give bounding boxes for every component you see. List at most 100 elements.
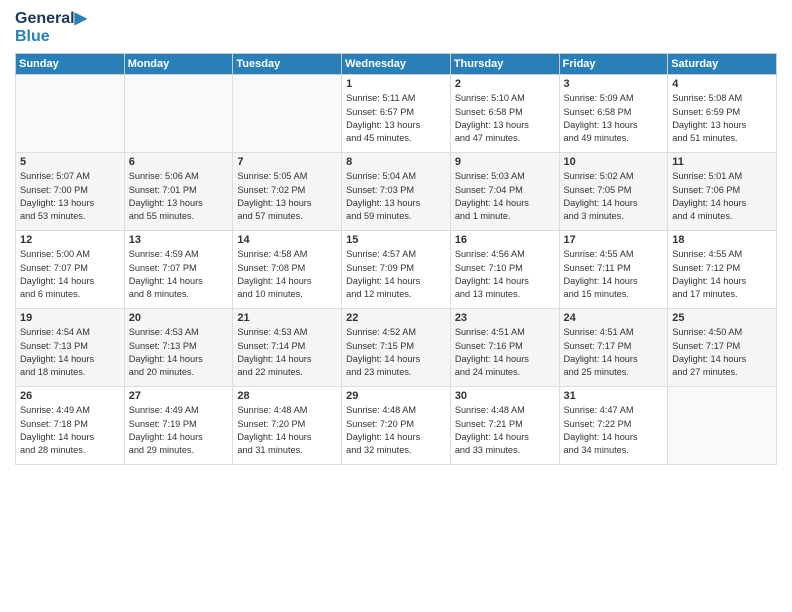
info-line: Daylight: 14 hours <box>237 354 311 364</box>
info-line: and 13 minutes. <box>455 289 520 299</box>
page-container: General▶ Blue SundayMondayTuesdayWednesd… <box>0 0 792 470</box>
day-number: 4 <box>672 78 772 90</box>
day-number: 17 <box>564 234 664 246</box>
day-info: Sunrise: 5:04 AMSunset: 7:03 PMDaylight:… <box>346 170 446 223</box>
calendar-cell: 2 Sunrise: 5:10 AMSunset: 6:58 PMDaylight… <box>450 75 559 153</box>
day-info: Sunrise: 4:48 AMSunset: 7:20 PMDaylight:… <box>346 404 446 457</box>
info-line: Daylight: 14 hours <box>129 354 203 364</box>
calendar-cell: 15Sunrise: 4:57 AMSunset: 7:09 PMDayligh… <box>342 231 451 309</box>
day-info: Sunrise: 4:59 AMSunset: 7:07 PMDaylight:… <box>129 248 229 301</box>
info-line: Sunset: 7:02 PM <box>237 185 305 195</box>
day-info: Sunrise: 4:48 AMSunset: 7:21 PMDaylight:… <box>455 404 555 457</box>
info-line: Sunset: 7:21 PM <box>455 419 523 429</box>
info-line: Sunrise: 5:00 AM <box>20 249 90 259</box>
calendar-week-4: 19Sunrise: 4:54 AMSunset: 7:13 PMDayligh… <box>16 309 777 387</box>
day-number: 13 <box>129 234 229 246</box>
info-line: and 57 minutes. <box>237 211 302 221</box>
info-line: Daylight: 14 hours <box>672 276 746 286</box>
info-line: and 51 minutes. <box>672 133 737 143</box>
calendar-cell: 13 Sunrise: 4:59 AMSunset: 7:07 PMDayligh… <box>124 231 233 309</box>
info-line: and 24 minutes. <box>455 367 520 377</box>
logo-text: General▶ Blue <box>15 10 87 45</box>
info-line: Daylight: 14 hours <box>20 432 94 442</box>
info-line: Daylight: 14 hours <box>237 432 311 442</box>
weekday-header-row: SundayMondayTuesdayWednesdayThursdayFrid… <box>16 54 777 75</box>
day-number: 16 <box>455 234 555 246</box>
calendar-cell: 30 Sunrise: 4:48 AMSunset: 7:21 PMDayligh… <box>450 387 559 465</box>
day-number: 31 <box>564 390 664 402</box>
info-line: Daylight: 14 hours <box>129 276 203 286</box>
day-info: Sunrise: 5:08 AMSunset: 6:59 PMDaylight:… <box>672 92 772 145</box>
weekday-header-wednesday: Wednesday <box>342 54 451 75</box>
info-line: and 28 minutes. <box>20 445 85 455</box>
calendar-cell: 3Sunrise: 5:09 AMSunset: 6:58 PMDaylight… <box>559 75 668 153</box>
info-line: Sunset: 7:09 PM <box>346 263 414 273</box>
day-number: 24 <box>564 312 664 324</box>
info-line: Sunset: 7:19 PM <box>129 419 197 429</box>
day-info: Sunrise: 5:09 AMSunset: 6:58 PMDaylight:… <box>564 92 664 145</box>
info-line: Daylight: 13 hours <box>564 120 638 130</box>
weekday-header-friday: Friday <box>559 54 668 75</box>
day-number: 27 <box>129 390 229 402</box>
info-line: and 17 minutes. <box>672 289 737 299</box>
info-line: Sunset: 7:14 PM <box>237 341 305 351</box>
info-line: Sunrise: 4:53 AM <box>129 327 199 337</box>
info-line: and 10 minutes. <box>237 289 302 299</box>
info-line: Sunset: 7:16 PM <box>455 341 523 351</box>
day-number: 2 <box>455 78 555 90</box>
day-number: 30 <box>455 390 555 402</box>
day-number: 5 <box>20 156 120 168</box>
day-info: Sunrise: 5:03 AMSunset: 7:04 PMDaylight:… <box>455 170 555 223</box>
info-line: Daylight: 14 hours <box>564 276 638 286</box>
info-line: Sunset: 7:01 PM <box>129 185 197 195</box>
info-line: Daylight: 13 hours <box>237 198 311 208</box>
calendar-week-5: 26Sunrise: 4:49 AMSunset: 7:18 PMDayligh… <box>16 387 777 465</box>
info-line: Daylight: 14 hours <box>455 198 529 208</box>
info-line: and 4 minutes. <box>672 211 732 221</box>
info-line: Sunset: 7:13 PM <box>20 341 88 351</box>
day-info: Sunrise: 5:05 AMSunset: 7:02 PMDaylight:… <box>237 170 337 223</box>
info-line: Daylight: 14 hours <box>455 276 529 286</box>
info-line: Sunrise: 4:56 AM <box>455 249 525 259</box>
info-line: Sunrise: 4:47 AM <box>564 405 634 415</box>
info-line: Daylight: 14 hours <box>346 432 420 442</box>
info-line: and 55 minutes. <box>129 211 194 221</box>
day-number: 7 <box>237 156 337 168</box>
calendar-cell: 23Sunrise: 4:51 AMSunset: 7:16 PMDayligh… <box>450 309 559 387</box>
day-number: 29 <box>346 390 446 402</box>
info-line: and 53 minutes. <box>20 211 85 221</box>
info-line: and 15 minutes. <box>564 289 629 299</box>
info-line: Sunset: 6:57 PM <box>346 107 414 117</box>
day-info: Sunrise: 4:55 AMSunset: 7:12 PMDaylight:… <box>672 248 772 301</box>
info-line: Daylight: 13 hours <box>672 120 746 130</box>
info-line: Sunset: 7:22 PM <box>564 419 632 429</box>
info-line: Daylight: 14 hours <box>346 276 420 286</box>
weekday-header-thursday: Thursday <box>450 54 559 75</box>
day-info: Sunrise: 5:10 AMSunset: 6:58 PMDaylight:… <box>455 92 555 145</box>
day-number: 1 <box>346 78 446 90</box>
info-line: and 22 minutes. <box>237 367 302 377</box>
day-info: Sunrise: 5:11 AMSunset: 6:57 PMDaylight:… <box>346 92 446 145</box>
calendar-cell: 29 Sunrise: 4:48 AMSunset: 7:20 PMDayligh… <box>342 387 451 465</box>
calendar-week-2: 5Sunrise: 5:07 AMSunset: 7:00 PMDaylight… <box>16 153 777 231</box>
day-info: Sunrise: 4:50 AMSunset: 7:17 PMDaylight:… <box>672 326 772 379</box>
info-line: Sunrise: 4:51 AM <box>455 327 525 337</box>
info-line: Sunrise: 4:51 AM <box>564 327 634 337</box>
info-line: Daylight: 14 hours <box>564 354 638 364</box>
calendar-cell: 4 Sunrise: 5:08 AMSunset: 6:59 PMDaylight… <box>668 75 777 153</box>
calendar-cell: 28Sunrise: 4:48 AMSunset: 7:20 PMDayligh… <box>233 387 342 465</box>
calendar-cell: 11Sunrise: 5:01 AMSunset: 7:06 PMDayligh… <box>668 153 777 231</box>
calendar-cell: 21Sunrise: 4:53 AMSunset: 7:14 PMDayligh… <box>233 309 342 387</box>
info-line: Daylight: 14 hours <box>20 354 94 364</box>
info-line: Sunset: 6:59 PM <box>672 107 740 117</box>
calendar-cell <box>124 75 233 153</box>
calendar-cell: 9Sunrise: 5:03 AMSunset: 7:04 PMDaylight… <box>450 153 559 231</box>
info-line: Daylight: 14 hours <box>564 432 638 442</box>
day-number: 23 <box>455 312 555 324</box>
day-info: Sunrise: 4:55 AMSunset: 7:11 PMDaylight:… <box>564 248 664 301</box>
day-info: Sunrise: 4:53 AM Sunset: 7:14 PM Daylight:… <box>237 326 337 379</box>
info-line: Sunset: 7:18 PM <box>20 419 88 429</box>
info-line: Sunrise: 4:50 AM <box>672 327 742 337</box>
info-line: Sunrise: 4:53 AM <box>237 327 307 337</box>
info-line: Daylight: 14 hours <box>346 354 420 364</box>
